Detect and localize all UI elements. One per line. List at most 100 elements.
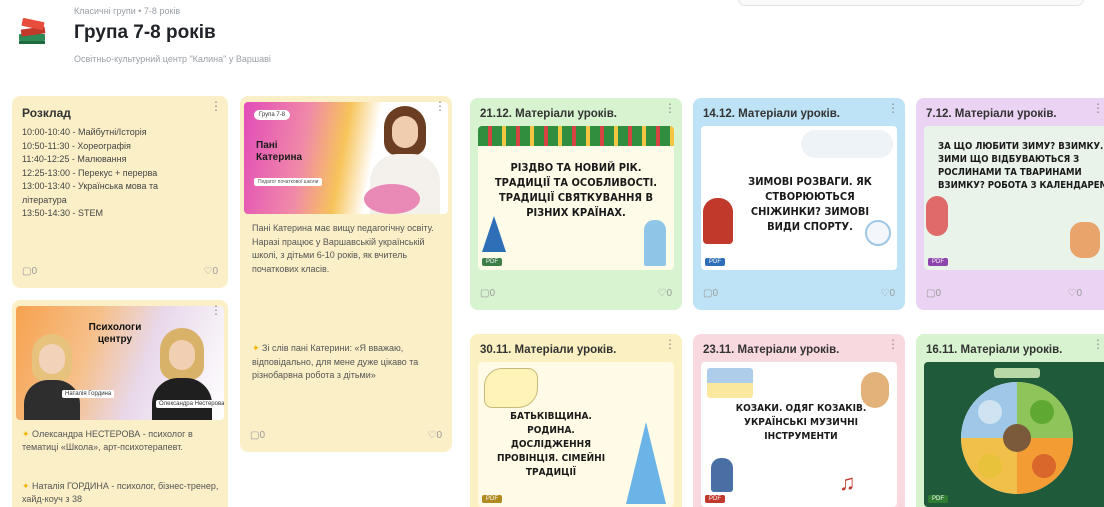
file-type-tag: PDF bbox=[482, 495, 502, 503]
card-title: 23.11. Матеріали уроків. bbox=[703, 344, 840, 356]
card-footer: ▢0 ♡0 bbox=[22, 266, 218, 280]
teacher-bio: Пані Катерина має вищу педагогічну освіт… bbox=[252, 223, 434, 274]
more-options-icon[interactable]: ⋮ bbox=[887, 102, 899, 114]
name-tag: Наталія Гордина bbox=[62, 390, 115, 398]
board-text: За що любити зиму? Взимку. Зими що відбу… bbox=[938, 141, 1104, 191]
lesson-card[interactable]: 14.12. Матеріали уроків. ⋮ Зимові розваг… bbox=[693, 98, 905, 310]
card-text: ✦ Наталія ГОРДИНА - психолог, бізнес-тре… bbox=[22, 481, 219, 504]
like-count: 0 bbox=[436, 430, 442, 441]
star-icon: ✦ bbox=[22, 429, 33, 439]
lesson-image[interactable]: За що любити зиму? Взимку. Зими що відбу… bbox=[924, 126, 1104, 270]
file-type-tag: PDF bbox=[705, 258, 725, 266]
like-count: 0 bbox=[889, 288, 895, 299]
lesson-card[interactable]: 23.11. Матеріали уроків. ⋮ Козаки. Одяг … bbox=[693, 334, 905, 507]
more-options-icon[interactable]: ⋮ bbox=[664, 338, 676, 350]
schedule-item: 13:00-13:40 - Українська мова та bbox=[22, 181, 159, 191]
file-type-tag: PDF bbox=[928, 258, 948, 266]
cloud-decoration bbox=[801, 130, 893, 158]
lesson-card[interactable]: 21.12. Матеріали уроків. ⋮ Різдво та Нов… bbox=[470, 98, 682, 310]
comment-button[interactable]: ▢0 bbox=[926, 288, 941, 299]
like-button[interactable]: ♡0 bbox=[203, 266, 218, 277]
like-button[interactable]: ♡0 bbox=[427, 430, 442, 441]
lesson-image[interactable]: Козаки. Одяг козаків. Українські музичні… bbox=[701, 362, 897, 507]
name-tag: Олександра Нестерова bbox=[156, 400, 224, 408]
board-text: Батьківщина. Родина. Дослідження Провінц… bbox=[496, 411, 606, 478]
card-text: ✦ Олександра НЕСТЕРОВА - психолог в тема… bbox=[22, 429, 193, 452]
card-title: 30.11. Матеріали уроків. bbox=[480, 344, 617, 356]
schedule-item: 11:40-12:25 - Малювання bbox=[22, 154, 127, 164]
more-options-icon[interactable]: ⋮ bbox=[1092, 338, 1104, 350]
cossack-icon bbox=[861, 372, 889, 408]
card-footer: ▢0 ♡0 bbox=[480, 288, 672, 302]
card-title: 14.12. Матеріали уроків. bbox=[703, 108, 841, 120]
garland-decoration bbox=[478, 126, 674, 146]
psychologist-photo bbox=[22, 334, 82, 420]
more-options-icon[interactable]: ⋮ bbox=[1092, 102, 1104, 114]
gingerbread-icon bbox=[1070, 222, 1100, 258]
card-footer: ▢0 ♡0 bbox=[703, 288, 895, 302]
group-badge: Група 7-8 bbox=[254, 110, 291, 120]
schedule-item: література bbox=[22, 194, 67, 205]
search-input[interactable] bbox=[738, 0, 1084, 6]
more-options-icon[interactable]: ⋮ bbox=[434, 100, 446, 112]
lesson-card[interactable]: 30.11. Матеріали уроків. ⋮ Батьківщина. … bbox=[470, 334, 682, 507]
board-text: Різдво та Новий рік. Традиції та особлив… bbox=[494, 161, 658, 219]
more-options-icon[interactable]: ⋮ bbox=[210, 304, 222, 316]
like-button[interactable]: ♡0 bbox=[1067, 288, 1082, 299]
schedule-card[interactable]: Розклад ⋮ 10:00-10:40 - Майбутні/Історія… bbox=[12, 96, 228, 288]
snowman-icon bbox=[865, 220, 891, 246]
page-subtitle: Освітньо-культурний центр "Калина" у Вар… bbox=[74, 54, 271, 64]
lesson-card[interactable]: 16.11. Матеріали уроків. ⋮ PDF bbox=[916, 334, 1104, 507]
file-type-tag: PDF bbox=[705, 495, 725, 503]
more-options-icon[interactable]: ⋮ bbox=[210, 100, 222, 112]
more-options-icon[interactable]: ⋮ bbox=[664, 102, 676, 114]
lesson-image[interactable]: Різдво та Новий рік. Традиції та особлив… bbox=[478, 126, 674, 270]
star-icon: ✦ bbox=[252, 343, 263, 353]
like-count: 0 bbox=[1076, 288, 1082, 299]
teacher-name: Пані Катерина bbox=[256, 140, 303, 163]
file-type-tag: PDF bbox=[482, 258, 502, 266]
comment-button[interactable]: ▢0 bbox=[703, 288, 718, 299]
lesson-card[interactable]: 7.12. Матеріали уроків. ⋮ За що любити з… bbox=[916, 98, 1104, 310]
lesson-image[interactable]: Батьківщина. Родина. Дослідження Провінц… bbox=[478, 362, 674, 507]
page-header: Класичні групи • 7-8 років Група 7-8 рок… bbox=[0, 0, 1104, 80]
psychologists-card[interactable]: Психологи центру Наталія Гордина Олексан… bbox=[12, 300, 228, 507]
board-text: Козаки. Одяг козаків. Українські музичні… bbox=[735, 403, 867, 442]
breadcrumb[interactable]: Класичні групи • 7-8 років bbox=[74, 6, 180, 16]
music-notes-icon: ♫ bbox=[839, 470, 856, 495]
more-options-icon[interactable]: ⋮ bbox=[887, 338, 899, 350]
card-title: 16.11. Матеріали уроків. bbox=[926, 344, 1063, 356]
tree-icon bbox=[482, 216, 506, 252]
like-count: 0 bbox=[666, 288, 672, 299]
comment-button[interactable]: ▢0 bbox=[250, 430, 265, 441]
like-count: 0 bbox=[212, 266, 218, 277]
angel-icon bbox=[644, 220, 666, 266]
psychologists-banner: Психологи центру Наталія Гордина Олексан… bbox=[16, 306, 224, 420]
card-footer: ▢0 ♡0 bbox=[926, 288, 1094, 302]
like-button[interactable]: ♡0 bbox=[657, 288, 672, 299]
lesson-image[interactable]: PDF bbox=[924, 362, 1104, 507]
schedule-list: 10:00-10:40 - Майбутні/Історія 10:50-11:… bbox=[22, 126, 222, 221]
comment-button[interactable]: ▢0 bbox=[22, 266, 37, 277]
schedule-item: 12:25-13:00 - Перекус + перерва bbox=[22, 167, 158, 178]
card-footer: ▢0 ♡0 bbox=[250, 430, 442, 444]
lesson-image[interactable]: Зимові розваги. Як створюються сніжинки?… bbox=[701, 126, 897, 270]
comment-count: 0 bbox=[489, 288, 496, 299]
star-icon: ✦ bbox=[22, 481, 33, 491]
like-button[interactable]: ♡0 bbox=[880, 288, 895, 299]
comment-count: 0 bbox=[712, 288, 719, 299]
file-type-tag: PDF bbox=[928, 495, 948, 503]
card-title: 21.12. Матеріали уроків. bbox=[480, 108, 618, 120]
comment-count: 0 bbox=[259, 430, 266, 441]
boy-figure-icon bbox=[711, 458, 733, 492]
flag-decoration bbox=[707, 368, 753, 398]
page-title: Група 7-8 років bbox=[74, 22, 216, 43]
schedule-item: 13:50-14:30 - STEM bbox=[22, 208, 104, 218]
teacher-card[interactable]: Група 7-8 Пані Катерина Педагог початков… bbox=[240, 96, 452, 452]
comment-button[interactable]: ▢0 bbox=[480, 288, 495, 299]
teacher-photo bbox=[362, 106, 446, 214]
child-figure-icon bbox=[703, 198, 733, 244]
teacher-tagline: Педагог початкової школи bbox=[254, 178, 323, 186]
seasons-wheel-icon bbox=[961, 368, 1073, 494]
map-outline-icon bbox=[484, 368, 538, 408]
